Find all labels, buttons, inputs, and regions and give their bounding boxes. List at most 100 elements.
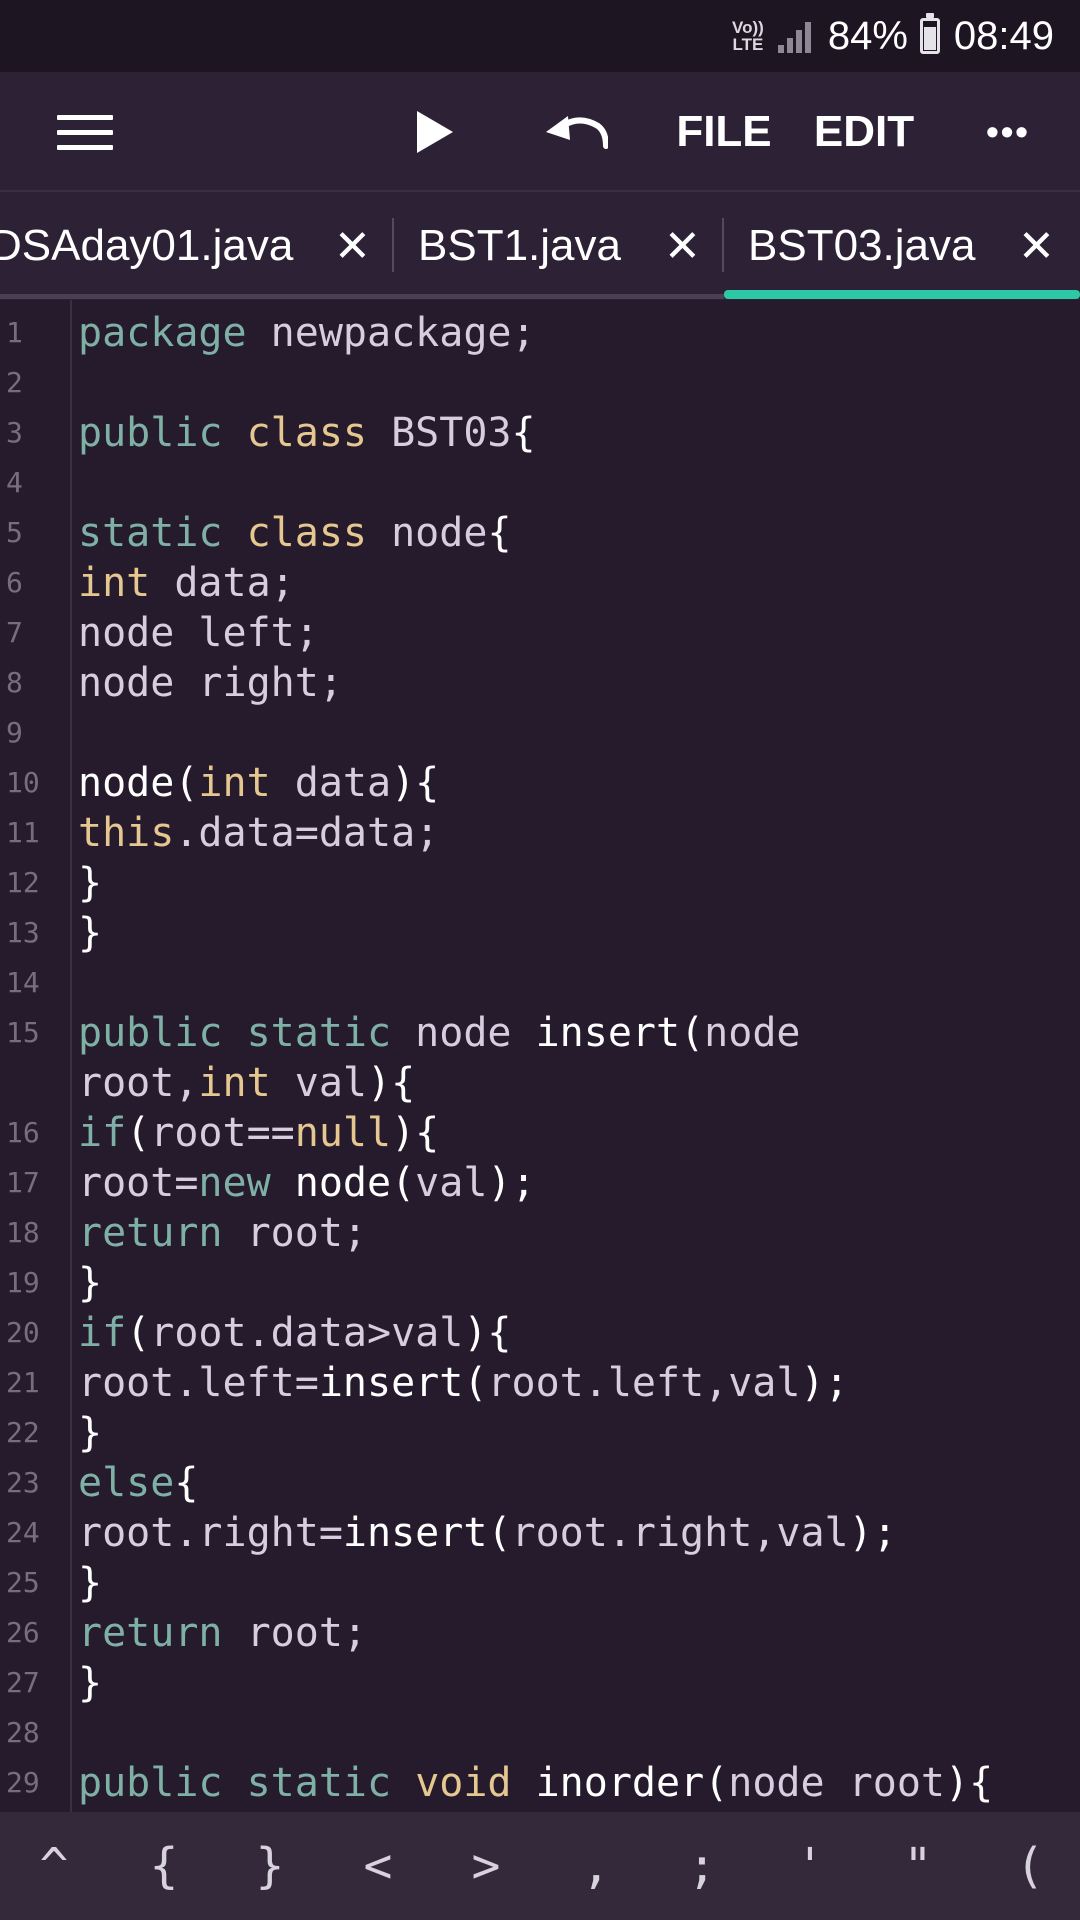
code-line[interactable]: 24 root.right=insert(root.right,val); [0, 1508, 1080, 1558]
code-line[interactable]: 16 if(root==null){ [0, 1108, 1080, 1158]
code-token: root, [78, 1060, 199, 1106]
code-text[interactable]: root,int val){ [78, 1058, 415, 1108]
code-line[interactable]: 4 [0, 458, 1080, 508]
code-text[interactable]: } [78, 1658, 102, 1708]
code-text[interactable]: return root; [78, 1208, 367, 1258]
code-token: ){ [945, 1760, 994, 1806]
code-line[interactable]: 27} [0, 1658, 1080, 1708]
code-line[interactable]: 8 node right; [0, 658, 1080, 708]
code-text[interactable]: int data; [78, 558, 295, 608]
code-line[interactable]: 23 else{ [0, 1458, 1080, 1508]
code-text[interactable]: } [78, 1558, 102, 1608]
code-token: if [78, 1310, 127, 1356]
close-icon[interactable]: ✕ [334, 192, 371, 300]
tab-dsaday01[interactable]: DSAday01.java [0, 192, 293, 300]
code-line[interactable]: 7 node left; [0, 608, 1080, 658]
close-icon[interactable]: ✕ [1018, 192, 1055, 300]
menu-icon[interactable] [50, 72, 120, 192]
code-text[interactable]: if(root==null){ [78, 1108, 439, 1158]
code-line[interactable]: 5 static class node{ [0, 508, 1080, 558]
symbol-key[interactable]: ; [662, 1812, 742, 1920]
code-line[interactable]: 9 [0, 708, 1080, 758]
code-text[interactable]: else{ [78, 1458, 198, 1508]
code-line[interactable]: 26 return root; [0, 1608, 1080, 1658]
close-icon[interactable]: ✕ [664, 192, 701, 300]
code-line[interactable]: 1 package newpackage; [0, 308, 1080, 358]
code-line[interactable]: 12} [0, 858, 1080, 908]
code-line[interactable]: 17 root=new node(val); [0, 1158, 1080, 1208]
line-number: 28 [6, 1716, 40, 1749]
code-token: int [198, 760, 271, 806]
tab-bst03[interactable]: BST03.java [748, 192, 975, 300]
code-token: val [270, 1060, 367, 1106]
code-text[interactable]: root.right=insert(root.right,val); [78, 1508, 897, 1558]
code-token: static [246, 1010, 392, 1056]
code-text[interactable]: node left; [78, 608, 319, 658]
code-text[interactable]: static class node{ [78, 508, 512, 558]
code-token: { [174, 1460, 199, 1506]
code-line[interactable]: 13} [0, 908, 1080, 958]
code-line[interactable]: 11 this.data=data; [0, 808, 1080, 858]
line-number: 12 [6, 866, 40, 899]
symbol-key[interactable]: , [556, 1812, 636, 1920]
code-line[interactable]: 29 public static void inorder(node root){ [0, 1758, 1080, 1808]
code-text[interactable]: node right; [78, 658, 343, 708]
code-text[interactable]: public static void inorder(node root){ [78, 1758, 993, 1808]
code-token: } [78, 1560, 103, 1606]
code-text[interactable]: } [78, 858, 102, 908]
run-icon[interactable] [400, 72, 470, 192]
line-number: 17 [6, 1166, 40, 1199]
file-menu-button[interactable]: FILE [664, 72, 784, 192]
code-token: ); [487, 1160, 536, 1206]
code-line[interactable]: 6 int data; [0, 558, 1080, 608]
code-text[interactable]: root.left=insert(root.left,val); [78, 1358, 849, 1408]
code-text[interactable]: public static node insert(node [78, 1008, 801, 1058]
more-icon[interactable]: ••• [968, 72, 1048, 192]
line-number: 18 [6, 1216, 40, 1249]
symbol-key[interactable]: > [446, 1812, 526, 1920]
code-token: ){ [391, 1110, 440, 1156]
code-line[interactable]: 3 public class BST03{ [0, 408, 1080, 458]
code-editor[interactable]: 1 package newpackage; 2 3 public class BST03… [0, 300, 1080, 1812]
line-number: 15 [6, 1016, 40, 1049]
symbol-key[interactable]: ( [990, 1812, 1070, 1920]
code-line[interactable]: 18 return root; [0, 1208, 1080, 1258]
line-number: 21 [6, 1366, 40, 1399]
code-text[interactable]: } [78, 908, 102, 958]
line-number: 25 [6, 1566, 40, 1599]
symbol-key[interactable]: } [230, 1812, 310, 1920]
code-text[interactable]: } [78, 1258, 102, 1308]
code-line[interactable]: 21 root.left=insert(root.left,val); [0, 1358, 1080, 1408]
code-text[interactable]: if(root.data>val){ [78, 1308, 512, 1358]
code-text[interactable]: public class BST03{ [78, 408, 536, 458]
symbol-key[interactable]: { [124, 1812, 204, 1920]
code-token: root.left= [78, 1360, 319, 1406]
symbol-key[interactable]: ' [770, 1812, 850, 1920]
symbol-key[interactable]: " [878, 1812, 958, 1920]
tab-bst1[interactable]: BST1.java [418, 192, 621, 300]
battery-icon [919, 13, 940, 54]
code-line[interactable]: 2 [0, 358, 1080, 408]
code-line[interactable]: 14 [0, 958, 1080, 1008]
edit-menu-button[interactable]: EDIT [808, 72, 920, 192]
expand-keys-icon[interactable]: ^ [14, 1812, 94, 1920]
code-text[interactable]: return root; [78, 1608, 367, 1658]
code-line[interactable]: 10 node(int data){ [0, 758, 1080, 808]
code-text[interactable]: package newpackage; [78, 308, 536, 358]
code-text[interactable]: root=new node(val); [78, 1158, 536, 1208]
code-line[interactable]: 25} [0, 1558, 1080, 1608]
code-line[interactable]: 20 if(root.data>val){ [0, 1308, 1080, 1358]
code-line[interactable]: root,int val){ [0, 1058, 1080, 1108]
code-line[interactable]: 22} [0, 1408, 1080, 1458]
code-line[interactable]: 15 public static node insert(node [0, 1008, 1080, 1058]
code-line[interactable]: 19} [0, 1258, 1080, 1308]
code-text[interactable]: this.data=data; [78, 808, 439, 858]
symbol-key[interactable]: < [338, 1812, 418, 1920]
code-line[interactable]: 28 [0, 1708, 1080, 1758]
code-token: null [294, 1110, 392, 1156]
code-text[interactable]: } [78, 1408, 102, 1458]
code-token: return [78, 1610, 223, 1656]
undo-icon[interactable] [536, 72, 616, 192]
code-text[interactable]: node(int data){ [78, 758, 439, 808]
